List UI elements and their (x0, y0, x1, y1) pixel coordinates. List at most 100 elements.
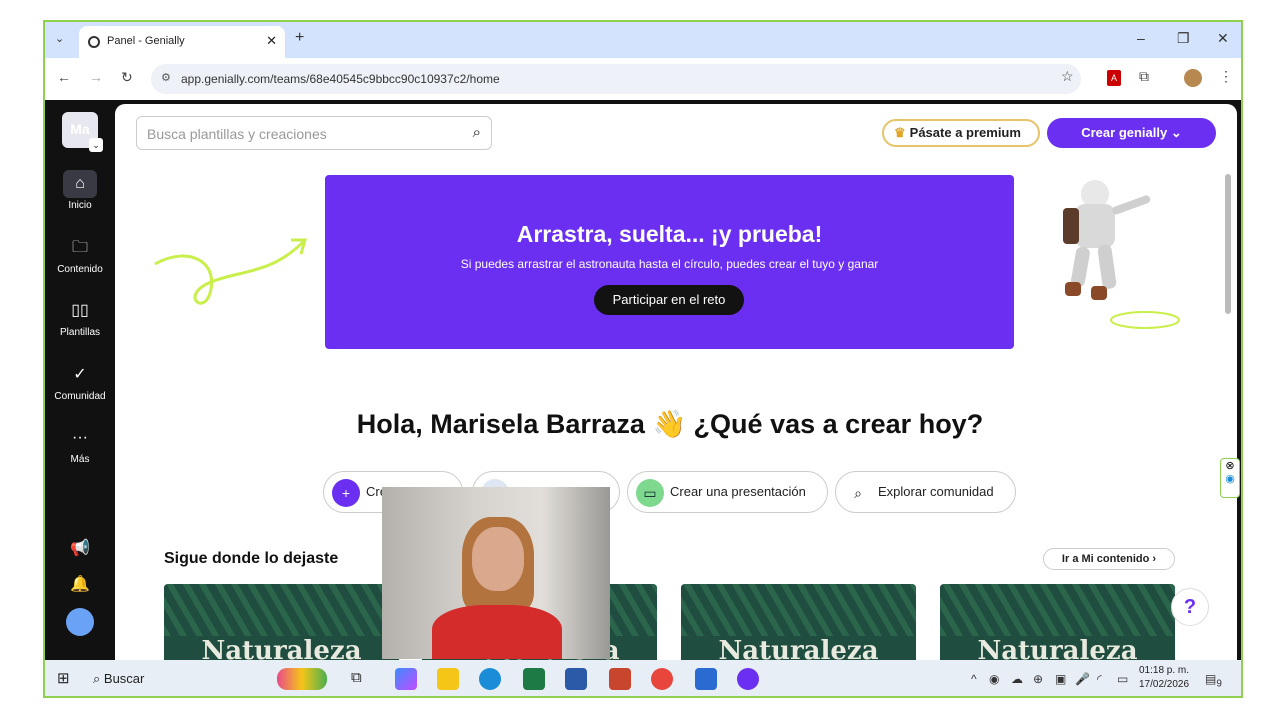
url-field[interactable]: ⚙ app.genially.com/teams/68e40545c9bbcc9… (151, 64, 1081, 94)
widget-icon[interactable] (277, 668, 327, 690)
card-thumbnail (940, 584, 1175, 636)
windows-start-icon[interactable]: ⊞ (57, 669, 70, 687)
more-icon: ··· (72, 429, 88, 446)
word-icon[interactable] (565, 668, 587, 690)
workspace-chevron-icon[interactable]: ⌄ (89, 138, 103, 152)
excel-icon[interactable] (523, 668, 545, 690)
create-genially-button[interactable]: Crear genially ⌄ (1047, 118, 1216, 148)
search-input[interactable]: Busca plantillas y creaciones ⌕ (136, 116, 492, 150)
back-icon[interactable]: ← (57, 69, 71, 85)
bookmark-star-icon[interactable]: ☆ (1061, 68, 1074, 85)
participate-button[interactable]: Participar en el reto (594, 285, 744, 315)
search-icon[interactable]: ⌕ (473, 124, 481, 141)
search-placeholder: Busca plantillas y creaciones (147, 126, 327, 142)
sidebar-item-contenido[interactable]: 🗀 Contenido (45, 234, 115, 275)
webcam-overlay (382, 487, 610, 659)
megaphone-icon[interactable]: 📢 (45, 538, 115, 558)
tray-app-icon[interactable]: ▣ (1055, 672, 1066, 686)
genially-icon[interactable] (737, 668, 759, 690)
decorative-squiggle (154, 238, 307, 305)
user-avatar[interactable] (66, 608, 94, 636)
menu-icon[interactable]: ⋮ (1219, 68, 1233, 85)
sidebar-item-label: Comunidad (54, 391, 106, 402)
content-card[interactable]: Naturaleza (681, 584, 916, 660)
sidebar-item-label: Contenido (57, 264, 103, 275)
tab-title: Panel - Genially (107, 35, 185, 47)
bell-icon[interactable]: 🔔 (45, 574, 115, 594)
browser-tab[interactable]: Panel - Genially ✕ (79, 26, 285, 58)
taskbar-search-label: Buscar (103, 671, 145, 686)
minimize-icon[interactable]: – (1137, 30, 1145, 46)
astronaut-image[interactable] (1025, 178, 1185, 338)
wifi-icon[interactable]: ◜ (1097, 672, 1102, 686)
new-tab-button[interactable]: + (295, 29, 304, 47)
card-thumbnail (681, 584, 916, 636)
goto-label: Ir a Mi contenido (1061, 553, 1150, 565)
card-thumbnail (164, 584, 399, 636)
genially-widget-icon[interactable]: ◉ (1221, 472, 1239, 485)
side-widget[interactable]: ⊗ ◉ (1220, 458, 1240, 498)
powerpoint-icon[interactable] (609, 668, 631, 690)
restore-icon[interactable]: ❐ (1177, 30, 1190, 47)
sidebar-item-mas[interactable]: ··· Más (45, 424, 115, 465)
clock[interactable]: 01:18 p. m. 17/02/2026 (1139, 664, 1189, 692)
edge-icon[interactable] (479, 668, 501, 690)
reload-icon[interactable]: ↻ (121, 69, 133, 86)
close-icon[interactable]: ⊗ (1221, 459, 1239, 472)
time: 01:18 p. m. (1139, 665, 1190, 676)
notification-icon[interactable]: ▤9 (1205, 672, 1222, 689)
sidebar: Ma ⌄ ⌂ Inicio 🗀 Contenido ▯▯ Plantillas … (45, 100, 115, 660)
close-tab-icon[interactable]: ✕ (266, 33, 277, 49)
action-label: Crear una presentación (670, 484, 806, 499)
folder-icon: 🗀 (71, 239, 88, 256)
card-title: Naturaleza (718, 636, 879, 660)
forward-icon[interactable]: → (89, 69, 103, 85)
help-button[interactable]: ? (1171, 588, 1209, 626)
create-presentation-button[interactable]: ▭ Crear una presentación (627, 471, 828, 513)
copilot-icon[interactable] (395, 668, 417, 690)
sidebar-item-label: Plantillas (59, 327, 101, 338)
sidebar-item-plantillas[interactable]: ▯▯ Plantillas (45, 297, 115, 338)
taskbar-search[interactable]: ⌕ Buscar (93, 671, 144, 687)
outlook-icon[interactable] (695, 668, 717, 690)
home-icon: ⌂ (63, 170, 97, 198)
content-card[interactable]: Naturaleza (164, 584, 399, 660)
premium-button[interactable]: ♛ Pásate a premium (882, 119, 1040, 147)
content-card[interactable]: Naturaleza (940, 584, 1175, 660)
card-title: Naturaleza (977, 636, 1138, 660)
community-icon: ✓ (73, 366, 87, 383)
pdf-extension-icon[interactable]: A (1107, 70, 1121, 86)
file-explorer-icon[interactable] (437, 668, 459, 690)
banner-title: Arrastra, suelta... ¡y prueba! (516, 221, 823, 247)
search-icon: ⌕ (854, 485, 862, 501)
date: 17/02/2026 (1139, 679, 1190, 690)
tray-app-icon[interactable]: ◉ (989, 672, 999, 686)
sidebar-item-comunidad[interactable]: ✓ Comunidad (45, 361, 115, 402)
tray-app-icon[interactable]: ⊕ (1033, 672, 1043, 686)
crown-icon: ♛ (894, 125, 906, 140)
close-window-icon[interactable]: ✕ (1217, 30, 1229, 47)
profile-avatar[interactable] (1184, 69, 1202, 87)
chrome-icon[interactable] (651, 668, 673, 690)
templates-icon: ▯▯ (71, 302, 89, 319)
site-settings-icon[interactable]: ⚙ (161, 71, 171, 84)
sidebar-item-inicio[interactable]: ⌂ Inicio (45, 170, 115, 211)
scrollbar[interactable] (1225, 174, 1231, 314)
tab-bar: ⌄ Panel - Genially ✕ + – ❐ ✕ (45, 22, 1241, 58)
go-to-content-button[interactable]: Ir a Mi contenido › (1043, 548, 1175, 570)
microphone-icon[interactable]: 🎤 (1075, 672, 1090, 686)
tray-expand-icon[interactable]: ^ (971, 672, 977, 686)
explore-community-button[interactable]: ⌕ Explorar comunidad (835, 471, 1016, 513)
genially-app: Ma ⌄ ⌂ Inicio 🗀 Contenido ▯▯ Plantillas … (45, 100, 1241, 660)
plus-icon: + (332, 479, 360, 507)
main-panel: Busca plantillas y creaciones ⌕ ♛ Pásate … (115, 104, 1237, 660)
extensions-icon[interactable]: ⧉ (1139, 68, 1149, 85)
battery-icon[interactable]: ▭ (1117, 672, 1128, 686)
tab-search-icon[interactable]: ⌄ (55, 32, 64, 45)
section-title: Sigue donde lo dejaste (164, 550, 339, 567)
card-title: Naturaleza (201, 636, 362, 660)
task-view-icon[interactable]: ⧉ (351, 669, 362, 686)
banner-subtitle: Si puedes arrastrar el astronauta hasta … (460, 257, 879, 271)
cloud-icon[interactable]: ☁ (1011, 672, 1023, 686)
sidebar-item-label: Más (70, 454, 90, 465)
